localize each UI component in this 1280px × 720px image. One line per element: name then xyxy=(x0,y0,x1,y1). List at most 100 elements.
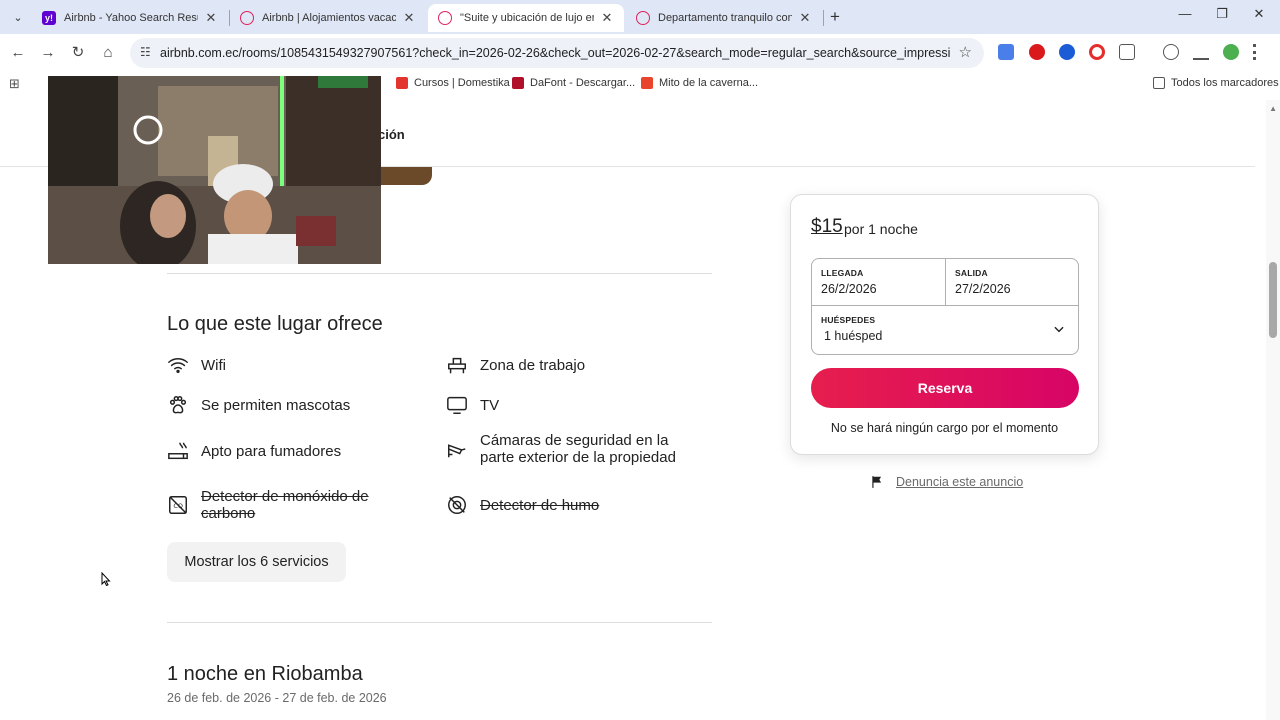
amenity-label: TV xyxy=(480,396,500,414)
bookmark-domestika[interactable]: Cursos | Domestika xyxy=(396,77,510,89)
guests-value: 1 huésped xyxy=(824,329,883,343)
media-controls-icon[interactable] xyxy=(1193,44,1209,60)
report-listing-link[interactable]: Denuncia este anuncio xyxy=(870,475,1023,489)
tab-search-button[interactable]: ⌄ xyxy=(8,7,28,27)
performance-icon[interactable] xyxy=(1163,44,1179,60)
amenity-label: Apto para fumadores xyxy=(201,442,342,460)
checkout-label: SALIDA xyxy=(955,268,988,278)
co-detector-icon: CO xyxy=(167,494,189,516)
amenity-label: Se permiten mascotas xyxy=(201,396,351,414)
extension-icon[interactable] xyxy=(1059,44,1075,60)
amenity-pets: Se permiten mascotas xyxy=(167,394,350,416)
paw-icon xyxy=(167,394,189,416)
profile-avatar[interactable] xyxy=(1223,44,1239,60)
checkin-value: 26/2/2026 xyxy=(821,282,877,296)
guests-label: HUÉSPEDES xyxy=(821,315,876,325)
page-scrollbar[interactable] xyxy=(1266,100,1280,720)
amenity-workspace: Zona de trabajo xyxy=(446,354,585,376)
tab-label: Airbnb | Alojamientos vacacionales xyxy=(262,12,396,24)
amenity-label: Detector de humo xyxy=(480,496,600,514)
tab-yahoo-search[interactable]: y! Airbnb - Yahoo Search Results ✕ xyxy=(32,4,228,32)
scroll-up-arrow[interactable]: ▲ xyxy=(1269,104,1277,113)
tab-label: "Suite y ubicación de lujo en Riobamba" xyxy=(460,12,594,24)
flag-icon xyxy=(870,475,884,489)
close-window-button[interactable]: ✕ xyxy=(1244,6,1274,22)
nightly-price[interactable]: $15 xyxy=(811,216,843,238)
address-bar[interactable]: ☷ airbnb.com.ec/rooms/108543154932790756… xyxy=(130,38,984,68)
record-extension-icon[interactable] xyxy=(1089,44,1105,60)
bookmark-label: Todos los marcadores xyxy=(1171,77,1279,89)
amenity-smoke-detector-unavailable: Detector de humo xyxy=(446,494,599,516)
mouse-cursor-icon xyxy=(101,572,111,586)
checkin-label: LLEGADA xyxy=(821,268,864,278)
bookmark-label: Mito de la caverna... xyxy=(659,77,759,89)
site-info-icon[interactable]: ☷ xyxy=(140,45,154,59)
amenity-tv: TV xyxy=(446,394,499,416)
tab-suite-riobamba[interactable]: "Suite y ubicación de lujo en Riobamba" … xyxy=(428,4,624,32)
tab-label: Departamento tranquilo con terraza xyxy=(658,12,792,24)
nights-title: 1 noche en Riobamba xyxy=(167,663,363,685)
back-button[interactable]: ← xyxy=(8,43,28,63)
amenity-label: Wifi xyxy=(201,356,226,374)
guests-dropdown[interactable]: HUÉSPEDES 1 huésped xyxy=(812,305,1078,354)
workspace-icon xyxy=(446,354,468,376)
yahoo-icon: y! xyxy=(42,11,56,25)
bookmark-mito-caverna[interactable]: Mito de la caverna... xyxy=(641,77,758,89)
nights-dates: 26 de feb. de 2026 - 27 de feb. de 2026 xyxy=(167,691,387,705)
date-guest-picker: LLEGADA 26/2/2026 SALIDA 27/2/2026 HUÉSP… xyxy=(811,258,1079,355)
amenity-security-cameras: Cámaras de seguridad en la parte exterio… xyxy=(446,432,680,466)
booking-card: $15 por 1 noche LLEGADA 26/2/2026 SALIDA… xyxy=(790,194,1099,455)
scrollbar-thumb[interactable] xyxy=(1269,262,1277,338)
minimize-button[interactable]: — xyxy=(1170,6,1200,21)
subnav-link-location[interactable]: ción xyxy=(378,127,405,142)
bookmark-label: Cursos | Domestika xyxy=(414,77,510,89)
adblock-extension-icon[interactable] xyxy=(1029,44,1045,60)
menu-kebab-icon[interactable] xyxy=(1253,44,1259,60)
chevron-down-icon[interactable] xyxy=(1052,322,1066,339)
dafont-icon xyxy=(512,77,524,89)
restore-button[interactable]: ❐ xyxy=(1207,6,1237,22)
airbnb-icon xyxy=(438,11,452,25)
apps-grid-icon[interactable]: ⊞ xyxy=(9,76,20,92)
url-text[interactable]: airbnb.com.ec/rooms/1085431549327907561?… xyxy=(160,46,950,60)
section-divider xyxy=(167,273,712,274)
webcam-video-overlay xyxy=(48,76,381,264)
all-bookmarks-folder[interactable]: Todos los marcadores xyxy=(1153,77,1279,89)
tab-airbnb-alojamientos[interactable]: Airbnb | Alojamientos vacacionales ✕ xyxy=(230,4,426,32)
report-label: Denuncia este anuncio xyxy=(896,475,1024,489)
reserve-button[interactable]: Reserva xyxy=(811,368,1079,408)
extensions-puzzle-icon[interactable] xyxy=(1119,44,1135,60)
price-suffix: por 1 noche xyxy=(844,221,918,237)
bookmark-star-icon[interactable]: ☆ xyxy=(959,43,972,61)
home-button[interactable]: ⌂ xyxy=(98,43,118,63)
amenity-label: Cámaras de seguridad en la parte exterio… xyxy=(480,432,676,466)
airbnb-icon xyxy=(636,11,650,25)
close-icon[interactable]: ✕ xyxy=(402,10,416,26)
amenity-smoking: Apto para fumadores xyxy=(167,440,341,462)
tab-label: Airbnb - Yahoo Search Results xyxy=(64,12,198,24)
listing-photo-fragment xyxy=(380,167,432,185)
close-icon[interactable]: ✕ xyxy=(798,10,812,26)
svg-text:CO: CO xyxy=(173,502,183,510)
forward-button[interactable]: → xyxy=(38,43,58,63)
reload-button[interactable]: ↻ xyxy=(68,43,88,63)
new-tab-button[interactable]: + xyxy=(830,7,840,27)
amenities-title: Lo que este lugar ofrece xyxy=(167,313,383,335)
checkout-field[interactable]: SALIDA 27/2/2026 xyxy=(946,259,1080,305)
site-icon xyxy=(641,77,653,89)
checkin-field[interactable]: LLEGADA 26/2/2026 xyxy=(812,259,946,305)
close-icon[interactable]: ✕ xyxy=(600,10,614,26)
show-all-amenities-button[interactable]: Mostrar los 6 servicios xyxy=(167,542,346,582)
no-charge-note: No se hará ningún cargo por el momento xyxy=(830,421,1059,435)
close-icon[interactable]: ✕ xyxy=(204,10,218,26)
browser-toolbar: ← → ↻ ⌂ ☷ airbnb.com.ec/rooms/1085431549… xyxy=(0,34,1280,72)
section-divider xyxy=(167,622,712,623)
checkout-value: 27/2/2026 xyxy=(955,282,1011,296)
bookmark-dafont[interactable]: DaFont - Descargar... xyxy=(512,77,635,89)
tab-departamento-tranquilo[interactable]: Departamento tranquilo con terraza ✕ xyxy=(626,4,822,32)
airbnb-icon xyxy=(240,11,254,25)
security-camera-icon xyxy=(446,438,468,460)
translate-extension-icon[interactable] xyxy=(998,44,1014,60)
wifi-icon xyxy=(167,354,189,376)
browser-tab-strip: ⌄ y! Airbnb - Yahoo Search Results ✕ Air… xyxy=(0,0,1280,34)
